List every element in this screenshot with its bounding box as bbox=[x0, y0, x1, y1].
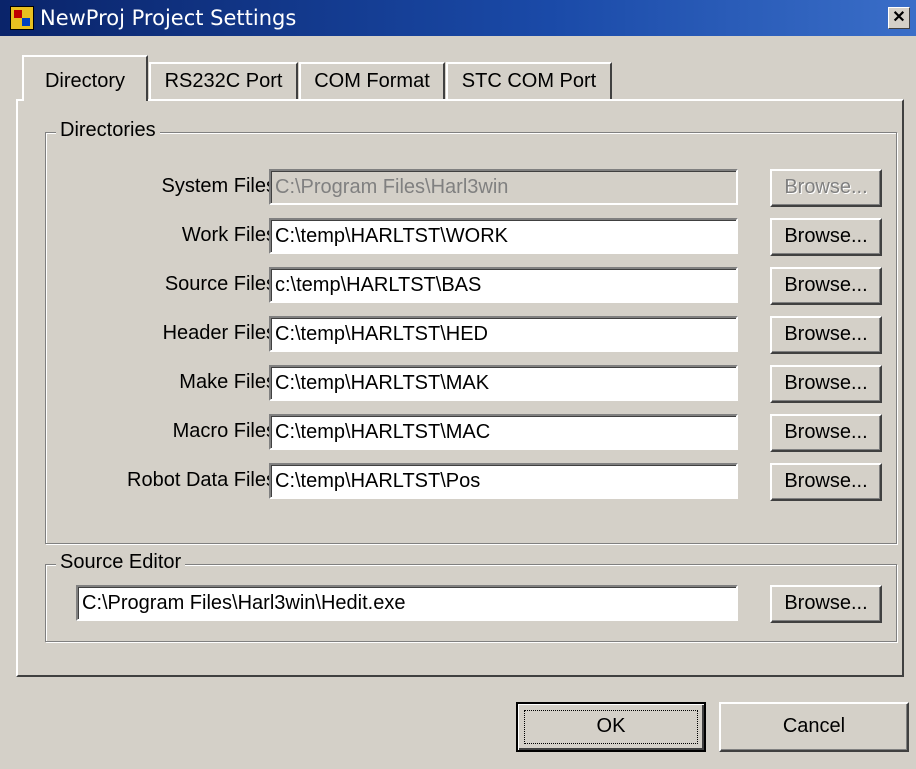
header-files-label-cell: Header Files bbox=[18, 322, 276, 350]
header-files-label: Header Files bbox=[162, 322, 276, 344]
work-files-path-field[interactable]: C:\temp\HARLTST\WORK bbox=[269, 218, 738, 254]
robot-data-files-label: Robot Data Files bbox=[127, 469, 276, 491]
make-files-label: Make Files bbox=[179, 371, 276, 393]
header-files-browse-button[interactable]: Browse... bbox=[770, 316, 882, 354]
project-settings-dialog: NewProj Project Settings ✕ Directory RS2… bbox=[0, 0, 916, 769]
tab-stc-com-port[interactable]: STC COM Port bbox=[446, 62, 612, 100]
macro-files-path-field[interactable]: C:\temp\HARLTST\MAC bbox=[269, 414, 738, 450]
work-files-label: Work Files bbox=[181, 224, 276, 246]
source-files-path-field[interactable]: c:\temp\HARLTST\BAS bbox=[269, 267, 738, 303]
tab-rs232c-port[interactable]: RS232C Port bbox=[149, 62, 298, 100]
macro-files-browse-button[interactable]: Browse... bbox=[770, 414, 882, 452]
work-files-browse-button[interactable]: Browse... bbox=[770, 218, 882, 256]
source-files-label: Source Files bbox=[164, 273, 276, 295]
robot-data-files-path-field[interactable]: C:\temp\HARLTST\Pos bbox=[269, 463, 738, 499]
title-bar[interactable]: NewProj Project Settings ✕ bbox=[0, 0, 916, 36]
macro-files-label: Macro Files bbox=[172, 420, 276, 442]
system-files-browse-button: Browse... bbox=[770, 169, 882, 207]
tab-directory[interactable]: Directory bbox=[22, 55, 148, 101]
robot-data-files-label-cell: Robot Data Files bbox=[18, 469, 276, 497]
make-files-label-cell: Make Files bbox=[18, 371, 276, 399]
tab-com-format[interactable]: COM Format bbox=[299, 62, 445, 100]
header-files-path-field[interactable]: C:\temp\HARLTST\HED bbox=[269, 316, 738, 352]
system-files-label-cell: System Files bbox=[18, 175, 276, 203]
focus-rectangle bbox=[524, 710, 698, 744]
source-editor-path-field[interactable]: C:\Program Files\Harl3win\Hedit.exe bbox=[76, 585, 738, 621]
cancel-button[interactable]: Cancel bbox=[719, 702, 909, 752]
window-title: NewProj Project Settings bbox=[40, 6, 297, 30]
make-files-path-field[interactable]: C:\temp\HARLTST\MAK bbox=[269, 365, 738, 401]
app-icon bbox=[10, 6, 34, 30]
close-icon[interactable]: ✕ bbox=[888, 7, 910, 29]
work-files-label-cell: Work Files bbox=[18, 224, 276, 252]
source-files-label-cell: Source Files bbox=[18, 273, 276, 301]
ok-button[interactable]: OK bbox=[516, 702, 706, 752]
directories-group-label: Directories bbox=[56, 119, 160, 142]
source-editor-browse-button[interactable]: Browse... bbox=[770, 585, 882, 623]
source-files-browse-button[interactable]: Browse... bbox=[770, 267, 882, 305]
robot-data-files-browse-button[interactable]: Browse... bbox=[770, 463, 882, 501]
make-files-browse-button[interactable]: Browse... bbox=[770, 365, 882, 403]
system-files-path-field: C:\Program Files\Harl3win bbox=[269, 169, 738, 205]
source-editor-group-label: Source Editor bbox=[56, 551, 186, 574]
system-files-label: System Files bbox=[161, 175, 276, 197]
macro-files-label-cell: Macro Files bbox=[18, 420, 276, 448]
tab-panel-directory: Directories System Files C:\Program Files… bbox=[16, 99, 904, 677]
